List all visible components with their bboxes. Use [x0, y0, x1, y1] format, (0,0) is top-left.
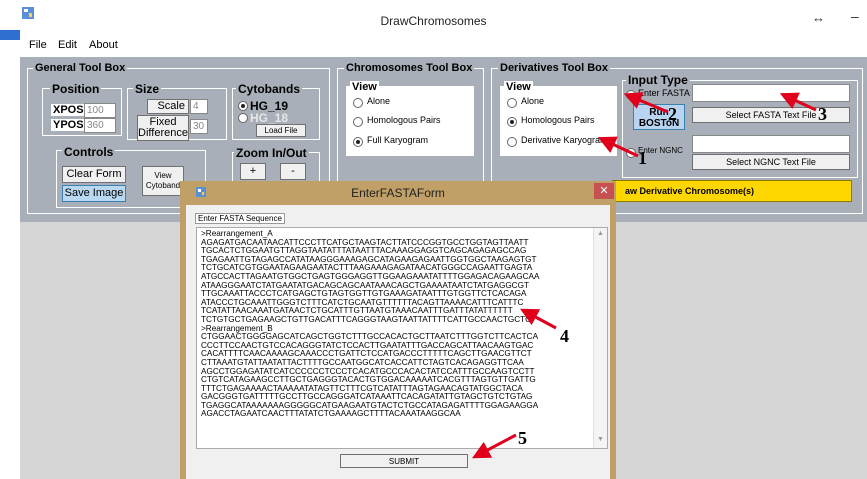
- ypos-input[interactable]: 360: [84, 118, 116, 133]
- deriv-alone-label: Alone: [521, 96, 545, 106]
- load-file-button[interactable]: Load File: [256, 124, 306, 137]
- draw-derivative-button[interactable]: aw Derivative Chromosome(s): [612, 180, 852, 202]
- window-title: DrawChromosomes: [380, 14, 487, 28]
- enter-fasta-radio[interactable]: [626, 90, 636, 100]
- scroll-up-icon[interactable]: ▲: [597, 230, 604, 237]
- chrom-alone-label: Alone: [367, 96, 391, 106]
- chrom-full-karyogram-label: Full Karyogram: [367, 135, 429, 145]
- zoom-out-button[interactable]: -: [280, 163, 306, 180]
- fasta-sequence-label: Enter FASTA Sequence: [195, 213, 285, 224]
- zoom-title: Zoom In/Out: [234, 146, 309, 160]
- xpos-label: XPOS: [51, 104, 86, 116]
- ngnc-path-input[interactable]: [692, 135, 850, 153]
- select-ngnc-button[interactable]: Select NGNC Text File: [692, 154, 850, 170]
- hg18-radio[interactable]: [238, 113, 248, 123]
- textarea-scrollbar[interactable]: ▲ ▼: [593, 228, 607, 448]
- enter-fasta-label: Enter FASTA: [638, 88, 690, 98]
- view-cytoband-line1: View: [154, 171, 172, 180]
- input-type-title: Input Type: [626, 73, 690, 87]
- cytobands-title: Cytobands: [236, 82, 303, 96]
- view-cytoband-line2: Cytoband: [145, 181, 181, 190]
- menu-edit[interactable]: Edit: [58, 39, 77, 51]
- xpos-input[interactable]: 100: [84, 103, 116, 118]
- menu-about[interactable]: About: [89, 39, 118, 51]
- fasta-sequence-text: >Rearrangement_A AGAGATGACAATAACATTCCCTT…: [201, 229, 540, 419]
- enter-fasta-dialog: EnterFASTAForm ✕ Enter FASTA Sequence >R…: [180, 181, 616, 479]
- fasta-path-input[interactable]: [692, 84, 850, 102]
- controls-title: Controls: [62, 145, 116, 159]
- position-title: Position: [50, 82, 102, 96]
- annotation-number-2: 2: [668, 104, 677, 124]
- derivatives-toolbox-title: Derivatives Tool Box: [498, 62, 610, 74]
- fixed-difference-label: Fixed Difference: [137, 115, 189, 141]
- taskbar-edge: [0, 30, 20, 40]
- run-boston-button[interactable]: Run BOSToN: [633, 104, 685, 130]
- hg19-radio[interactable]: [238, 101, 248, 111]
- fasta-textarea[interactable]: >Rearrangement_A AGAGATGACAATAACATTCCCTT…: [196, 227, 608, 449]
- menu-file[interactable]: File: [29, 39, 47, 51]
- fixed-difference-input[interactable]: 30: [190, 119, 208, 134]
- enter-ngnc-radio[interactable]: [626, 148, 636, 158]
- zoom-in-button[interactable]: +: [240, 163, 266, 180]
- resize-icon[interactable]: ↔: [812, 10, 825, 25]
- annotation-number-5: 5: [518, 428, 527, 448]
- size-title: Size: [133, 82, 162, 96]
- chrom-homologous-radio[interactable]: [353, 117, 363, 127]
- chromosomes-view-title: View: [350, 81, 379, 93]
- deriv-alone-radio[interactable]: [507, 98, 517, 108]
- deriv-karyogram-radio[interactable]: [507, 137, 517, 147]
- annotation-number-1: 1: [638, 148, 647, 168]
- chrom-homologous-label: Homologous Pairs: [367, 115, 441, 125]
- annotation-number-3: 3: [818, 104, 827, 124]
- ypos-label: YPOS: [51, 119, 86, 131]
- run-label: Run: [649, 107, 669, 118]
- save-image-button[interactable]: Save Image: [62, 185, 126, 202]
- chrom-full-karyogram-radio[interactable]: [353, 137, 363, 147]
- annotation-number-4: 4: [560, 326, 569, 346]
- minimize-icon[interactable]: –: [851, 8, 859, 24]
- scroll-down-icon[interactable]: ▼: [597, 436, 604, 443]
- view-cytoband-button[interactable]: View Cytoband: [142, 166, 184, 196]
- general-toolbox-title: General Tool Box: [33, 62, 128, 74]
- menu-bar: [20, 36, 867, 54]
- hg18-label: HG_18: [250, 111, 289, 125]
- derivatives-view-title: View: [504, 81, 533, 93]
- deriv-homologous-radio[interactable]: [507, 117, 517, 127]
- chromosomes-toolbox-title: Chromosomes Tool Box: [344, 62, 475, 74]
- clear-form-button[interactable]: Clear Form: [62, 166, 126, 183]
- dialog-title: EnterFASTAForm: [351, 186, 445, 200]
- deriv-homologous-label: Homologous Pairs: [521, 115, 595, 125]
- close-icon[interactable]: ✕: [594, 183, 614, 199]
- fixed-label-line2: Difference: [138, 127, 188, 139]
- scale-input[interactable]: 4: [190, 99, 208, 114]
- scale-label: Scale: [147, 99, 189, 114]
- submit-button[interactable]: SUBMIT: [340, 454, 468, 468]
- deriv-karyogram-label: Derivative Karyogram: [521, 135, 608, 145]
- chrom-alone-radio[interactable]: [353, 98, 363, 108]
